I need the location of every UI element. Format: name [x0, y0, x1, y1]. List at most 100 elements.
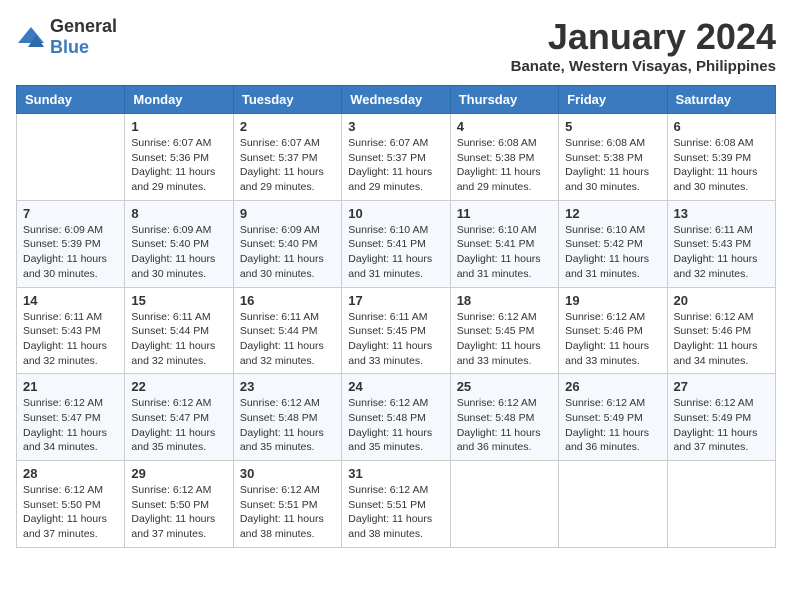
day-info: Sunrise: 6:11 AM Sunset: 5:45 PM Dayligh… — [348, 310, 443, 369]
calendar-cell: 23Sunrise: 6:12 AM Sunset: 5:48 PM Dayli… — [233, 374, 341, 461]
calendar-cell: 30 Sunrise: 6:12 AM Sunset: 5:51 PM Dayli… — [233, 461, 341, 548]
day-number: 5 — [565, 119, 660, 134]
calendar-cell: 11 Sunrise: 6:10 AM Sunset: 5:41 PM Dayli… — [450, 200, 558, 287]
calendar-cell: 29 Sunrise: 6:12 AM Sunset: 5:50 PM Dayli… — [125, 461, 233, 548]
day-number: 3 — [348, 119, 443, 134]
day-info: Sunrise: 6:12 AM Sunset: 5:46 PM Dayligh… — [565, 310, 660, 369]
logo-general: General — [50, 16, 117, 36]
day-info: Sunrise: 6:07 AM Sunset: 5:37 PM Dayligh… — [240, 136, 335, 195]
calendar-cell: 17Sunrise: 6:11 AM Sunset: 5:45 PM Dayli… — [342, 287, 450, 374]
day-info: Sunrise: 6:08 AM Sunset: 5:38 PM Dayligh… — [457, 136, 552, 195]
weekday-header-saturday: Saturday — [667, 86, 775, 114]
calendar-week-5: 28 Sunrise: 6:12 AM Sunset: 5:50 PM Dayli… — [17, 461, 776, 548]
calendar-cell: 4Sunrise: 6:08 AM Sunset: 5:38 PM Daylig… — [450, 114, 558, 201]
day-info: Sunrise: 6:12 AM Sunset: 5:49 PM Dayligh… — [565, 396, 660, 455]
calendar-cell: 16 Sunrise: 6:11 AM Sunset: 5:44 PM Dayli… — [233, 287, 341, 374]
calendar-cell — [559, 461, 667, 548]
day-number: 8 — [131, 206, 226, 221]
calendar-body: 1 Sunrise: 6:07 AM Sunset: 5:36 PM Daylig… — [17, 114, 776, 548]
day-number: 26 — [565, 379, 660, 394]
day-number: 6 — [674, 119, 769, 134]
day-number: 18 — [457, 293, 552, 308]
calendar-cell: 22 Sunrise: 6:12 AM Sunset: 5:47 PM Dayli… — [125, 374, 233, 461]
day-number: 9 — [240, 206, 335, 221]
day-number: 14 — [23, 293, 118, 308]
day-info: Sunrise: 6:10 AM Sunset: 5:41 PM Dayligh… — [457, 223, 552, 282]
calendar-cell: 7 Sunrise: 6:09 AM Sunset: 5:39 PM Daylig… — [17, 200, 125, 287]
day-number: 10 — [348, 206, 443, 221]
calendar-cell: 31Sunrise: 6:12 AM Sunset: 5:51 PM Dayli… — [342, 461, 450, 548]
calendar-week-2: 7 Sunrise: 6:09 AM Sunset: 5:39 PM Daylig… — [17, 200, 776, 287]
day-info: Sunrise: 6:07 AM Sunset: 5:37 PM Dayligh… — [348, 136, 443, 195]
day-number: 12 — [565, 206, 660, 221]
day-info: Sunrise: 6:08 AM Sunset: 5:39 PM Dayligh… — [674, 136, 769, 195]
day-number: 13 — [674, 206, 769, 221]
calendar-week-4: 21 Sunrise: 6:12 AM Sunset: 5:47 PM Dayli… — [17, 374, 776, 461]
weekday-header-row: SundayMondayTuesdayWednesdayThursdayFrid… — [17, 86, 776, 114]
day-info: Sunrise: 6:12 AM Sunset: 5:47 PM Dayligh… — [131, 396, 226, 455]
day-number: 20 — [674, 293, 769, 308]
calendar-cell: 20 Sunrise: 6:12 AM Sunset: 5:46 PM Dayli… — [667, 287, 775, 374]
day-number: 29 — [131, 466, 226, 481]
day-number: 2 — [240, 119, 335, 134]
calendar-subtitle: Banate, Western Visayas, Philippines — [511, 58, 776, 75]
logo-text: General Blue — [50, 16, 117, 58]
day-info: Sunrise: 6:12 AM Sunset: 5:51 PM Dayligh… — [240, 483, 335, 542]
logo-blue: Blue — [50, 37, 89, 57]
day-info: Sunrise: 6:12 AM Sunset: 5:50 PM Dayligh… — [23, 483, 118, 542]
day-info: Sunrise: 6:11 AM Sunset: 5:43 PM Dayligh… — [674, 223, 769, 282]
day-info: Sunrise: 6:08 AM Sunset: 5:38 PM Dayligh… — [565, 136, 660, 195]
weekday-header-wednesday: Wednesday — [342, 86, 450, 114]
calendar-week-1: 1 Sunrise: 6:07 AM Sunset: 5:36 PM Daylig… — [17, 114, 776, 201]
calendar-table: SundayMondayTuesdayWednesdayThursdayFrid… — [16, 85, 776, 548]
calendar-cell: 18Sunrise: 6:12 AM Sunset: 5:45 PM Dayli… — [450, 287, 558, 374]
day-number: 30 — [240, 466, 335, 481]
calendar-cell: 25 Sunrise: 6:12 AM Sunset: 5:48 PM Dayli… — [450, 374, 558, 461]
day-number: 22 — [131, 379, 226, 394]
calendar-title: January 2024 — [511, 16, 776, 58]
calendar-cell: 28 Sunrise: 6:12 AM Sunset: 5:50 PM Dayli… — [17, 461, 125, 548]
calendar-cell: 8 Sunrise: 6:09 AM Sunset: 5:40 PM Daylig… — [125, 200, 233, 287]
day-info: Sunrise: 6:09 AM Sunset: 5:40 PM Dayligh… — [131, 223, 226, 282]
day-info: Sunrise: 6:12 AM Sunset: 5:48 PM Dayligh… — [348, 396, 443, 455]
day-info: Sunrise: 6:10 AM Sunset: 5:41 PM Dayligh… — [348, 223, 443, 282]
day-info: Sunrise: 6:09 AM Sunset: 5:39 PM Dayligh… — [23, 223, 118, 282]
calendar-cell: 13 Sunrise: 6:11 AM Sunset: 5:43 PM Dayli… — [667, 200, 775, 287]
day-number: 24 — [348, 379, 443, 394]
calendar-cell: 1 Sunrise: 6:07 AM Sunset: 5:36 PM Daylig… — [125, 114, 233, 201]
weekday-header-sunday: Sunday — [17, 86, 125, 114]
day-info: Sunrise: 6:11 AM Sunset: 5:43 PM Dayligh… — [23, 310, 118, 369]
weekday-header-tuesday: Tuesday — [233, 86, 341, 114]
day-info: Sunrise: 6:12 AM Sunset: 5:50 PM Dayligh… — [131, 483, 226, 542]
day-number: 21 — [23, 379, 118, 394]
logo: General Blue — [16, 16, 117, 58]
calendar-cell: 10 Sunrise: 6:10 AM Sunset: 5:41 PM Dayli… — [342, 200, 450, 287]
calendar-cell — [450, 461, 558, 548]
day-info: Sunrise: 6:12 AM Sunset: 5:47 PM Dayligh… — [23, 396, 118, 455]
day-number: 25 — [457, 379, 552, 394]
day-info: Sunrise: 6:11 AM Sunset: 5:44 PM Dayligh… — [131, 310, 226, 369]
day-info: Sunrise: 6:07 AM Sunset: 5:36 PM Dayligh… — [131, 136, 226, 195]
calendar-week-3: 14 Sunrise: 6:11 AM Sunset: 5:43 PM Dayli… — [17, 287, 776, 374]
calendar-cell: 12Sunrise: 6:10 AM Sunset: 5:42 PM Dayli… — [559, 200, 667, 287]
day-number: 11 — [457, 206, 552, 221]
day-number: 19 — [565, 293, 660, 308]
weekday-header-friday: Friday — [559, 86, 667, 114]
day-number: 1 — [131, 119, 226, 134]
day-number: 31 — [348, 466, 443, 481]
calendar-cell: 15Sunrise: 6:11 AM Sunset: 5:44 PM Dayli… — [125, 287, 233, 374]
day-info: Sunrise: 6:12 AM Sunset: 5:46 PM Dayligh… — [674, 310, 769, 369]
calendar-cell — [17, 114, 125, 201]
weekday-header-thursday: Thursday — [450, 86, 558, 114]
day-info: Sunrise: 6:11 AM Sunset: 5:44 PM Dayligh… — [240, 310, 335, 369]
calendar-cell: 24 Sunrise: 6:12 AM Sunset: 5:48 PM Dayli… — [342, 374, 450, 461]
calendar-cell: 5 Sunrise: 6:08 AM Sunset: 5:38 PM Daylig… — [559, 114, 667, 201]
day-info: Sunrise: 6:12 AM Sunset: 5:48 PM Dayligh… — [457, 396, 552, 455]
day-number: 16 — [240, 293, 335, 308]
day-number: 28 — [23, 466, 118, 481]
weekday-header-monday: Monday — [125, 86, 233, 114]
header: General Blue January 2024 Banate, Wester… — [16, 16, 776, 75]
day-number: 7 — [23, 206, 118, 221]
calendar-cell: 26 Sunrise: 6:12 AM Sunset: 5:49 PM Dayli… — [559, 374, 667, 461]
calendar-cell: 6 Sunrise: 6:08 AM Sunset: 5:39 PM Daylig… — [667, 114, 775, 201]
